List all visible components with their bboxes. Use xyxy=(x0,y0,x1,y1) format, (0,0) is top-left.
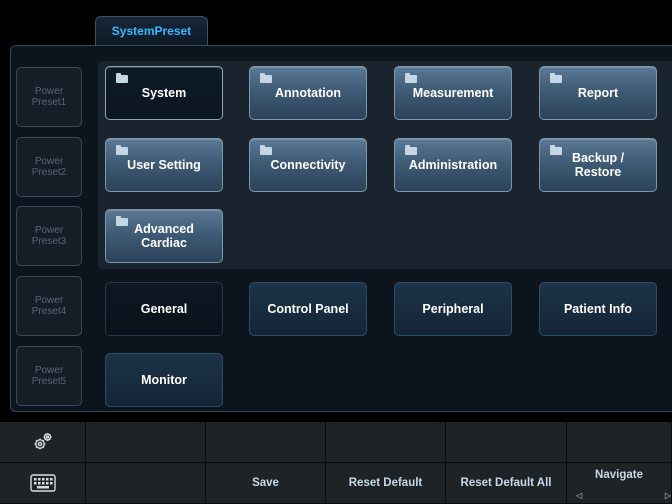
button-label: General xyxy=(140,302,188,316)
folder-icon xyxy=(260,73,272,83)
reset-default-all-softkey[interactable]: Reset Default All xyxy=(446,463,567,504)
power-preset-label: Preset4 xyxy=(31,306,67,317)
right-arrow-icon: ▷ xyxy=(664,491,671,500)
softkey-empty[interactable] xyxy=(446,422,567,463)
power-preset-label: Power xyxy=(34,295,64,306)
power-preset-label: Preset3 xyxy=(31,236,67,247)
softkey-label: Save xyxy=(252,477,279,489)
navigate-softkey[interactable]: Navigate ◁ ▷ xyxy=(567,463,672,504)
power-preset-2-button[interactable]: Power Preset2 xyxy=(16,137,82,197)
softkey-empty[interactable] xyxy=(86,422,206,463)
power-preset-label: Preset2 xyxy=(31,167,67,178)
folder-measurement-button[interactable]: Measurement xyxy=(394,66,512,120)
folder-advanced-cardiac-button[interactable]: Advanced Cardiac xyxy=(105,209,223,263)
power-preset-label: Power xyxy=(34,86,64,97)
page-monitor-button[interactable]: Monitor xyxy=(105,353,223,407)
button-label: Cardiac xyxy=(141,236,187,250)
keyboard-icon xyxy=(29,474,56,492)
left-arrow-icon: ◁ xyxy=(576,491,583,500)
power-preset-label: Power xyxy=(34,365,64,376)
softkey-empty[interactable] xyxy=(567,422,672,463)
page-control-panel-button[interactable]: Control Panel xyxy=(249,282,367,336)
button-label: Administration xyxy=(408,158,498,172)
softkey-label: Navigate xyxy=(595,469,643,481)
folder-icon xyxy=(260,145,272,155)
folder-report-button[interactable]: Report xyxy=(539,66,657,120)
folder-icon xyxy=(116,216,128,226)
power-preset-4-button[interactable]: Power Preset4 xyxy=(16,276,82,336)
page-general-button[interactable]: General xyxy=(105,282,223,336)
softkey-label: Reset Default All xyxy=(460,477,552,489)
folder-icon xyxy=(405,145,417,155)
keyboard-softkey[interactable] xyxy=(0,463,86,504)
folder-icon xyxy=(550,145,562,155)
folder-icon xyxy=(405,73,417,83)
folder-annotation-button[interactable]: Annotation xyxy=(249,66,367,120)
button-label: Peripheral xyxy=(422,302,484,316)
tab-systempreset[interactable]: SystemPreset xyxy=(95,16,208,45)
button-label: Annotation xyxy=(275,86,341,100)
folder-icon xyxy=(116,73,128,83)
button-label: Advanced xyxy=(134,222,194,236)
button-label: Report xyxy=(577,86,619,100)
button-label: Restore xyxy=(574,165,622,179)
button-label: Backup / xyxy=(571,151,625,165)
folder-user-setting-button[interactable]: User Setting xyxy=(105,138,223,192)
reset-default-softkey[interactable]: Reset Default xyxy=(326,463,446,504)
power-preset-3-button[interactable]: Power Preset3 xyxy=(16,206,82,266)
softkey-empty[interactable] xyxy=(86,463,206,504)
save-softkey[interactable]: Save xyxy=(206,463,326,504)
page-patient-info-button[interactable]: Patient Info xyxy=(539,282,657,336)
power-preset-label: Preset1 xyxy=(31,97,67,108)
power-preset-label: Power xyxy=(34,156,64,167)
folder-icon xyxy=(550,73,562,83)
power-preset-1-button[interactable]: Power Preset1 xyxy=(16,67,82,127)
softkey-label: Reset Default xyxy=(348,477,423,489)
gears-icon xyxy=(34,433,51,450)
folder-administration-button[interactable]: Administration xyxy=(394,138,512,192)
button-label: User Setting xyxy=(127,158,201,172)
page-peripheral-button[interactable]: Peripheral xyxy=(394,282,512,336)
tab-bar: SystemPreset xyxy=(0,0,672,45)
navigate-arrows: ◁ ▷ xyxy=(576,491,671,500)
power-preset-label: Power xyxy=(34,225,64,236)
softkey-bar: Save Reset Default Reset Default All Nav… xyxy=(0,422,672,504)
power-preset-label: Preset5 xyxy=(31,376,67,387)
power-preset-5-button[interactable]: Power Preset5 xyxy=(16,346,82,406)
button-label: Control Panel xyxy=(267,302,349,316)
softkey-empty[interactable] xyxy=(326,422,446,463)
button-label: Monitor xyxy=(141,373,187,387)
folder-backup-restore-button[interactable]: Backup / Restore xyxy=(539,138,657,192)
folder-connectivity-button[interactable]: Connectivity xyxy=(249,138,367,192)
button-label: Connectivity xyxy=(270,158,346,172)
button-label: Patient Info xyxy=(563,302,633,316)
folder-icon xyxy=(116,145,128,155)
button-label: Measurement xyxy=(412,86,494,100)
button-label: System xyxy=(141,86,187,100)
settings-softkey[interactable] xyxy=(0,422,86,463)
softkey-empty[interactable] xyxy=(206,422,326,463)
folder-system-button[interactable]: System xyxy=(105,66,223,120)
